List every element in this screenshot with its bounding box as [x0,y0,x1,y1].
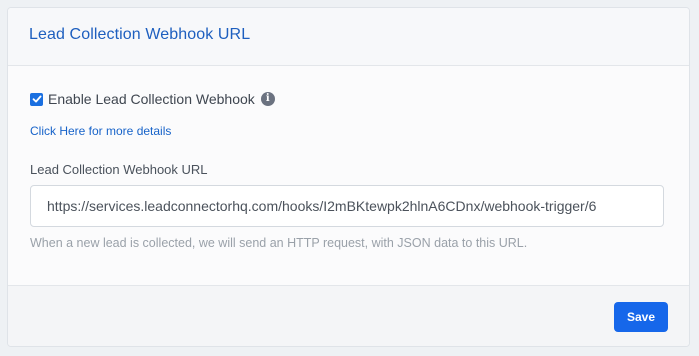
card-header: Lead Collection Webhook URL [8,8,689,66]
webhook-settings-card: Lead Collection Webhook URL Enable Lead … [7,7,690,347]
card-body: Enable Lead Collection Webhook i Click H… [8,66,689,284]
info-icon[interactable]: i [260,92,275,106]
more-details-link[interactable]: Click Here for more details [30,124,171,138]
card-footer: Save [8,285,689,346]
checkmark-icon [32,95,41,103]
webhook-url-label: Lead Collection Webhook URL [30,162,208,177]
enable-webhook-row: Enable Lead Collection Webhook i [30,91,275,107]
webhook-url-help-text: When a new lead is collected, we will se… [30,236,528,250]
save-button[interactable]: Save [614,302,668,332]
webhook-url-input[interactable] [30,185,664,227]
enable-webhook-label[interactable]: Enable Lead Collection Webhook [48,91,255,107]
card-title: Lead Collection Webhook URL [29,26,251,43]
enable-webhook-checkbox[interactable] [30,92,43,106]
